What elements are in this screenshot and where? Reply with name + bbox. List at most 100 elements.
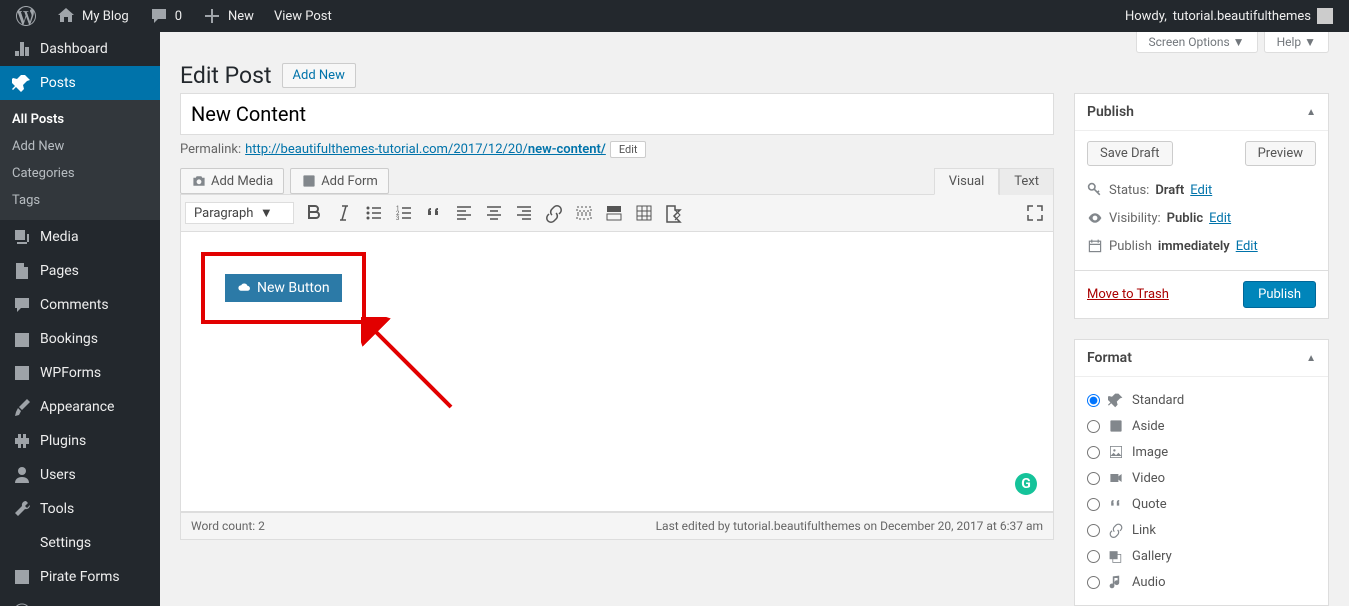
add-media-button[interactable]: Add Media (180, 168, 284, 194)
bullet-list-button[interactable] (360, 199, 388, 227)
number-list-button[interactable]: 123 (390, 199, 418, 227)
format-radio[interactable] (1087, 498, 1100, 511)
link-button[interactable] (540, 199, 568, 227)
fullscreen-button[interactable] (1021, 199, 1049, 227)
save-draft-button[interactable]: Save Draft (1087, 141, 1173, 166)
permalink-edit-button[interactable]: Edit (610, 141, 647, 158)
readmore-button[interactable] (570, 199, 598, 227)
standard-icon (1108, 392, 1124, 408)
text-tab[interactable]: Text (999, 168, 1054, 195)
format-header[interactable]: Format ▲ (1075, 340, 1328, 377)
collapse-menu[interactable]: Collapse menu (0, 594, 160, 606)
view-post-link[interactable]: View Post (266, 0, 340, 32)
feedback-icon (12, 567, 32, 587)
my-account[interactable]: Howdy, tutorial.beautifulthemes (1117, 0, 1341, 32)
format-option-link[interactable]: Link (1087, 517, 1316, 543)
menu-bookings[interactable]: Bookings (0, 322, 160, 356)
gallery-icon (1108, 548, 1124, 564)
format-radio[interactable] (1087, 446, 1100, 459)
format-radio[interactable] (1087, 550, 1100, 563)
publish-header[interactable]: Publish ▲ (1075, 94, 1328, 131)
menu-appearance[interactable]: Appearance (0, 390, 160, 424)
format-option-audio[interactable]: Audio (1087, 569, 1316, 595)
editor-content[interactable]: New Button G (180, 232, 1054, 512)
annotation-highlight: New Button (201, 252, 366, 324)
menu-dashboard[interactable]: Dashboard (0, 32, 160, 66)
menu-users[interactable]: Users (0, 458, 160, 492)
page-icon (12, 261, 32, 281)
quote-button[interactable] (420, 199, 448, 227)
menu-plugins[interactable]: Plugins (0, 424, 160, 458)
preview-button[interactable]: Preview (1245, 141, 1316, 166)
new-content-link[interactable]: New (194, 0, 262, 32)
align-center-button[interactable] (480, 199, 508, 227)
menu-comments[interactable]: Comments (0, 288, 160, 322)
menu-settings[interactable]: Settings (0, 526, 160, 560)
format-select[interactable]: Paragraph ▼ (185, 202, 294, 224)
chevron-up-icon: ▲ (1306, 107, 1316, 118)
format-option-aside[interactable]: Aside (1087, 413, 1316, 439)
submenu-posts: All Posts Add New Categories Tags (0, 100, 160, 220)
menu-tools[interactable]: Tools (0, 492, 160, 526)
wrench-icon (12, 499, 32, 519)
submenu-all-posts[interactable]: All Posts (0, 106, 160, 133)
menu-pages[interactable]: Pages (0, 254, 160, 288)
format-option-gallery[interactable]: Gallery (1087, 543, 1316, 569)
view-post-label: View Post (274, 9, 332, 24)
post-title-input[interactable] (180, 93, 1054, 135)
username: tutorial.beautifulthemes (1173, 9, 1311, 24)
italic-button[interactable] (330, 199, 358, 227)
main-content: Screen Options ▼ Help ▼ Edit Post Add Ne… (160, 32, 1349, 606)
table-button[interactable] (630, 199, 658, 227)
wp-logo[interactable] (8, 0, 44, 32)
format-option-video[interactable]: Video (1087, 465, 1316, 491)
format-option-quote[interactable]: Quote (1087, 491, 1316, 517)
format-radio[interactable] (1087, 524, 1100, 537)
svg-text:3: 3 (396, 215, 399, 222)
visual-tab[interactable]: Visual (934, 168, 1000, 195)
grammarly-icon[interactable]: G (1015, 473, 1037, 495)
format-option-image[interactable]: Image (1087, 439, 1316, 465)
menu-posts[interactable]: Posts (0, 66, 160, 100)
submenu-add-new[interactable]: Add New (0, 133, 160, 160)
menu-wpforms[interactable]: WPForms (0, 356, 160, 390)
help-tab[interactable]: Help ▼ (1264, 32, 1329, 53)
toolbar-toggle-button[interactable] (600, 199, 628, 227)
format-radio[interactable] (1087, 472, 1100, 485)
camera-icon (191, 173, 207, 189)
edit-schedule-link[interactable]: Edit (1236, 239, 1258, 254)
edit-status-link[interactable]: Edit (1190, 183, 1212, 198)
add-form-button[interactable]: Add Form (290, 168, 389, 194)
screen-options-tab[interactable]: Screen Options ▼ (1136, 32, 1258, 53)
menu-media[interactable]: Media (0, 220, 160, 254)
publish-button[interactable]: Publish (1243, 281, 1316, 308)
audio-icon (1108, 574, 1124, 590)
howdy-prefix: Howdy, (1125, 9, 1167, 24)
format-option-standard[interactable]: Standard (1087, 387, 1316, 413)
submenu-tags[interactable]: Tags (0, 187, 160, 214)
menu-pirate-forms[interactable]: Pirate Forms (0, 560, 160, 594)
format-radio[interactable] (1087, 420, 1100, 433)
site-name-link[interactable]: My Blog (48, 0, 137, 32)
image-icon (1108, 444, 1124, 460)
align-left-button[interactable] (450, 199, 478, 227)
form-icon (12, 363, 32, 383)
edit-visibility-link[interactable]: Edit (1209, 211, 1231, 226)
move-to-trash-link[interactable]: Move to Trash (1087, 287, 1169, 302)
align-right-button[interactable] (510, 199, 538, 227)
add-new-button[interactable]: Add New (282, 63, 356, 88)
format-radio[interactable] (1087, 394, 1100, 407)
bold-button[interactable] (300, 199, 328, 227)
submenu-categories[interactable]: Categories (0, 160, 160, 187)
media-icon (12, 227, 32, 247)
word-count: Word count: 2 (191, 519, 265, 533)
form-icon (301, 173, 317, 189)
format-metabox: Format ▲ Standard Aside Image Video Quot… (1074, 339, 1329, 606)
format-radio[interactable] (1087, 576, 1100, 589)
comments-link[interactable]: 0 (141, 0, 190, 32)
export-button[interactable] (660, 199, 688, 227)
inserted-button[interactable]: New Button (225, 274, 342, 302)
dashboard-icon (12, 39, 32, 59)
permalink-link[interactable]: http://beautifulthemes-tutorial.com/2017… (245, 142, 606, 157)
collapse-icon (12, 602, 32, 606)
